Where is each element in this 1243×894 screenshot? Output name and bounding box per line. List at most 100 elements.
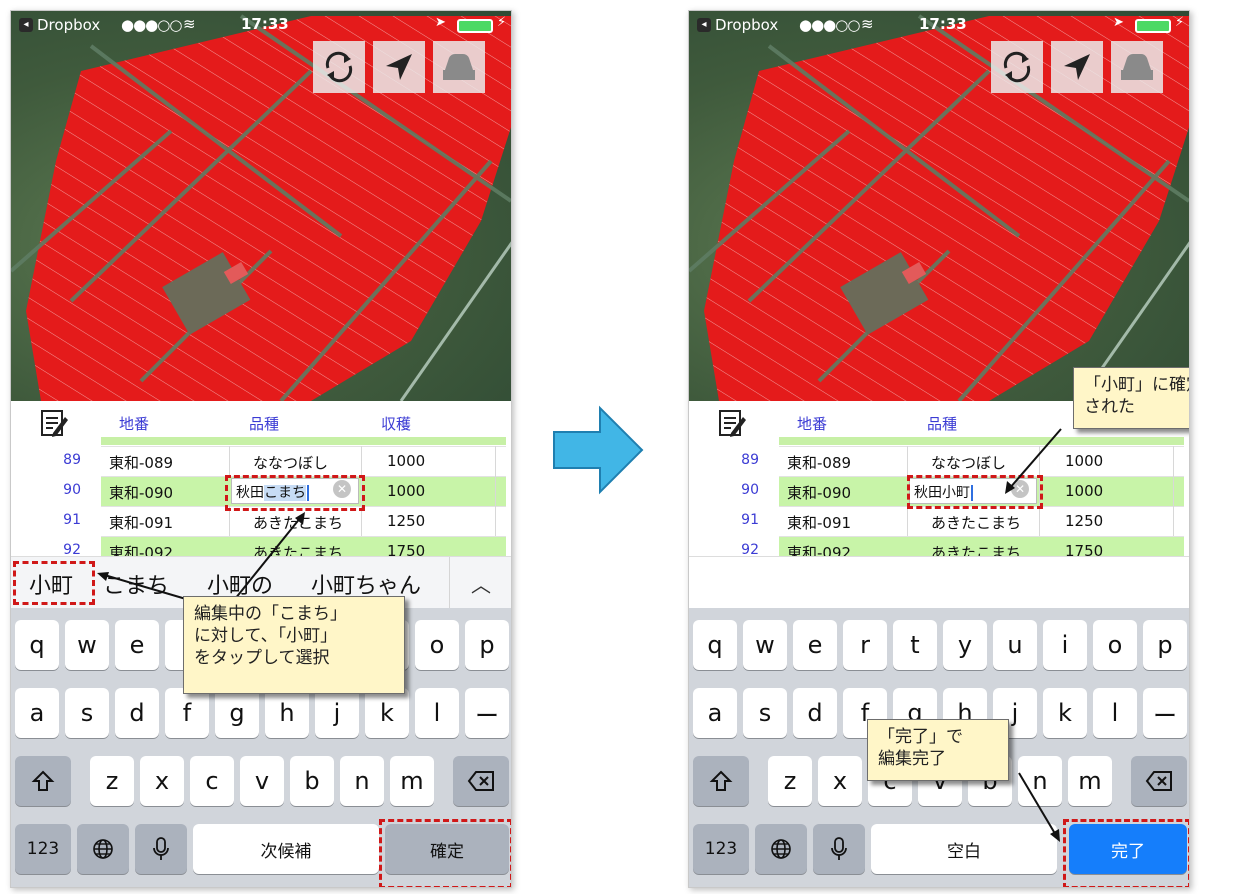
key-p[interactable]: p <box>1143 620 1187 670</box>
key-e[interactable]: e <box>115 620 159 670</box>
key-d[interactable]: d <box>115 688 159 738</box>
key-q[interactable]: q <box>693 620 737 670</box>
cell-yield[interactable]: 1750 <box>1065 542 1103 556</box>
key-d[interactable]: d <box>793 688 837 738</box>
key-a[interactable]: a <box>693 688 737 738</box>
key-s[interactable]: s <box>65 688 109 738</box>
satellite-map[interactable]: ◂ Dropbox ●●●○○ ≋ 17:33 ➤ ⚡ <box>689 11 1189 401</box>
key-f[interactable]: f <box>165 688 209 738</box>
vehicle-button[interactable] <box>433 41 485 93</box>
memo-icon[interactable] <box>39 407 69 439</box>
key-w[interactable]: w <box>743 620 787 670</box>
numbers-key[interactable]: 123 <box>693 824 749 874</box>
key-n[interactable]: n <box>1018 756 1062 806</box>
cell-yield[interactable]: 1000 <box>1065 452 1103 470</box>
column-header-variety[interactable]: 品種 <box>249 413 279 434</box>
key-c[interactable]: c <box>190 756 234 806</box>
dictation-key[interactable] <box>135 824 187 874</box>
signal-strength: ●●●○○ <box>121 16 182 34</box>
current-location-button[interactable] <box>1051 41 1103 93</box>
key-y[interactable]: y <box>943 620 987 670</box>
key-e[interactable]: e <box>793 620 837 670</box>
cell-variety[interactable]: あきたこまち <box>931 542 1021 556</box>
numbers-key[interactable]: 123 <box>15 824 71 874</box>
key-w[interactable]: w <box>65 620 109 670</box>
key-m[interactable]: m <box>390 756 434 806</box>
cell-yield[interactable]: 1250 <box>387 512 425 530</box>
table-row[interactable]: 91 東和-091 あきたこまち 1250 <box>689 506 1189 536</box>
table-row[interactable]: 89 東和-089 ななつぼし 1000 <box>689 446 1189 476</box>
satellite-map[interactable]: ◂ Dropbox ●●●○○ ≋ 17:33 ➤ ⚡ <box>11 11 511 401</box>
refresh-button[interactable] <box>991 41 1043 93</box>
delete-key[interactable] <box>453 756 509 806</box>
key-v[interactable]: v <box>240 756 284 806</box>
key-long-vowel[interactable]: ー <box>465 688 509 738</box>
key-g[interactable]: g <box>215 688 259 738</box>
column-header-lot[interactable]: 地番 <box>119 413 149 434</box>
key-z[interactable]: z <box>768 756 812 806</box>
cell-yield[interactable]: 1000 <box>387 452 425 470</box>
cell-variety[interactable]: ななつぼし <box>931 452 1006 473</box>
key-t[interactable]: t <box>893 620 937 670</box>
cell-yield[interactable]: 1750 <box>387 542 425 556</box>
cell-lot: 東和-089 <box>109 454 174 472</box>
key-l[interactable]: l <box>415 688 459 738</box>
memo-icon[interactable] <box>717 407 747 439</box>
key-m[interactable]: m <box>1068 756 1112 806</box>
key-b[interactable]: b <box>290 756 334 806</box>
column-divider <box>1173 446 1174 476</box>
next-candidate-key[interactable]: 次候補 <box>193 824 379 874</box>
refresh-button[interactable] <box>313 41 365 93</box>
shift-icon <box>31 770 55 791</box>
cell-yield[interactable]: 1000 <box>387 482 425 500</box>
back-to-app[interactable]: ◂ Dropbox <box>19 16 100 34</box>
table-row-partial[interactable]: 92 東和-092 あきたこまち 1750 <box>11 536 511 556</box>
column-header-variety[interactable]: 品種 <box>927 413 957 434</box>
key-k[interactable]: k <box>365 688 409 738</box>
key-n[interactable]: n <box>340 756 384 806</box>
key-o[interactable]: o <box>415 620 459 670</box>
cell-yield[interactable]: 1250 <box>1065 512 1103 530</box>
delete-key[interactable] <box>1131 756 1187 806</box>
key-o[interactable]: o <box>1093 620 1137 670</box>
shift-key[interactable] <box>693 756 749 806</box>
candidate-komachi-kana[interactable]: こまち <box>103 568 169 600</box>
space-key[interactable]: 空白 <box>871 824 1057 874</box>
key-z[interactable]: z <box>90 756 134 806</box>
cell-lot: 東和-090 <box>109 484 174 502</box>
key-x[interactable]: x <box>140 756 184 806</box>
globe-icon <box>771 839 791 859</box>
chevron-up-icon[interactable]: ︿ <box>471 569 491 598</box>
key-i[interactable]: i <box>1043 620 1087 670</box>
cell-variety[interactable]: あきたこまち <box>253 512 343 533</box>
column-header-yield[interactable]: 収穫 <box>381 413 411 434</box>
cell-variety[interactable]: あきたこまち <box>931 512 1021 533</box>
shift-icon <box>709 770 733 791</box>
key-k[interactable]: k <box>1043 688 1087 738</box>
cell-yield[interactable]: 1000 <box>1065 482 1103 500</box>
cell-variety[interactable]: ななつぼし <box>253 452 328 473</box>
key-s[interactable]: s <box>743 688 787 738</box>
table-row-partial[interactable]: 92 東和-092 あきたこまち 1750 <box>689 536 1189 556</box>
vehicle-button[interactable] <box>1111 41 1163 93</box>
column-header-lot[interactable]: 地番 <box>797 413 827 434</box>
current-location-button[interactable] <box>373 41 425 93</box>
globe-key[interactable] <box>755 824 807 874</box>
key-u[interactable]: u <box>993 620 1037 670</box>
key-l[interactable]: l <box>1093 688 1137 738</box>
key-a[interactable]: a <box>15 688 59 738</box>
key-j[interactable]: j <box>315 688 359 738</box>
cell-variety[interactable]: あきたこまち <box>253 542 343 556</box>
key-q[interactable]: q <box>15 620 59 670</box>
column-divider <box>361 446 362 476</box>
table-row[interactable]: 89 東和-089 ななつぼし 1000 <box>11 446 511 476</box>
globe-key[interactable] <box>77 824 129 874</box>
key-h[interactable]: h <box>265 688 309 738</box>
key-p[interactable]: p <box>465 620 509 670</box>
key-r[interactable]: r <box>843 620 887 670</box>
shift-key[interactable] <box>15 756 71 806</box>
dictation-key[interactable] <box>813 824 865 874</box>
key-long-vowel[interactable]: ー <box>1143 688 1187 738</box>
back-to-app[interactable]: ◂ Dropbox <box>697 16 778 34</box>
key-x[interactable]: x <box>818 756 862 806</box>
